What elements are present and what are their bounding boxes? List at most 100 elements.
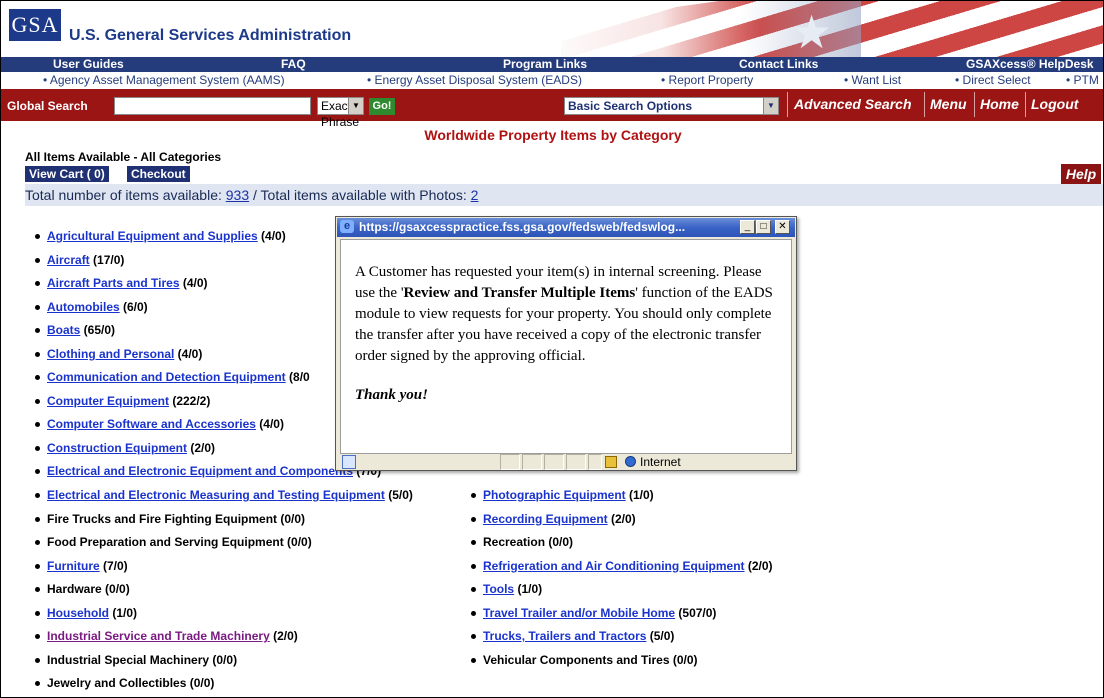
nav-report-property[interactable]: • Report Property [661,73,753,88]
search-options-value: Basic Search Options [568,99,693,113]
category-link[interactable]: Industrial Service and Trade Machinery [47,629,270,643]
totals-prefix: Total number of items available: [25,187,226,203]
nav-user-guides[interactable]: User Guides [53,57,124,72]
star-icon: ★ [791,6,833,57]
status-cell [544,454,564,470]
search-options-select[interactable]: Basic Search Options ▼ [564,97,779,115]
notification-popup[interactable]: https://gsaxcesspractice.fss.gsa.gov/fed… [335,216,797,471]
category-link[interactable]: Photographic Equipment [483,488,626,502]
category-link[interactable]: Household [47,606,109,620]
category-name: Recreation (0/0) [483,535,574,550]
go-button[interactable]: Go! [369,98,395,115]
nav-aams[interactable]: • Agency Asset Management System (AAMS) [43,73,285,88]
secondary-nav: • Agency Asset Management System (AAMS) … [1,72,1103,89]
nav-program-links[interactable]: Program Links [503,57,587,72]
category-item: Industrial Special Machinery (0/0) [35,652,413,676]
category-item[interactable]: Recording Equipment (2/0) [471,511,773,535]
browser-page: ★ GSA U.S. General Services Administrati… [0,0,1104,698]
category-count: (4/0) [179,276,208,291]
category-link[interactable]: Agricultural Equipment and Supplies [47,229,258,243]
global-search-label: Global Search [7,99,88,113]
chevron-down-icon[interactable]: ▼ [348,98,363,114]
checkout-button[interactable]: Checkout [127,166,190,182]
category-count: (2/0) [607,511,636,526]
popup-paragraph: A Customer has requested your item(s) in… [355,264,773,364]
advanced-search-link[interactable]: Advanced Search [794,96,912,112]
globe-icon [625,456,636,467]
divider [974,92,975,117]
maximize-icon[interactable]: □ [756,220,771,234]
category-link[interactable]: Computer Software and Accessories [47,417,256,431]
category-link[interactable]: Computer Equipment [47,394,169,408]
category-link[interactable]: Recording Equipment [483,512,608,526]
category-item[interactable]: Trucks, Trailers and Tractors (5/0) [471,628,773,652]
category-count: (5/0) [646,629,675,644]
category-name: Food Preparation and Serving Equipment (… [47,535,312,550]
category-link[interactable]: Aircraft [47,253,90,267]
popup-titlebar[interactable]: https://gsaxcesspractice.fss.gsa.gov/fed… [337,218,795,237]
menu-link[interactable]: Menu [930,96,967,112]
close-icon[interactable]: ✕ [775,220,790,234]
review-transfer-function: Review and Transfer Multiple Items [403,285,636,301]
help-button[interactable]: Help [1061,164,1101,184]
category-link[interactable]: Aircraft Parts and Tires [47,276,180,290]
logout-link[interactable]: Logout [1031,96,1078,112]
category-link[interactable]: Trucks, Trailers and Tractors [483,629,646,643]
category-item: Hardware (0/0) [35,581,413,605]
category-item[interactable]: Household (1/0) [35,605,413,629]
nav-helpdesk[interactable]: GSAXcess® HelpDesk [966,57,1094,72]
category-link[interactable]: Refrigeration and Air Conditioning Equip… [483,559,745,573]
nav-want-list[interactable]: • Want List [844,73,901,88]
all-items-label: All Items Available - All Categories [25,150,222,164]
category-item: Jewelry and Collectibles (0/0) [35,675,413,697]
total-items-link[interactable]: 933 [226,187,249,203]
browser-icon: e [340,220,354,233]
category-name: Fire Trucks and Fire Fighting Equipment … [47,511,306,526]
category-link[interactable]: Clothing and Personal [47,347,174,361]
category-link[interactable]: Tools [483,582,514,596]
category-item[interactable]: Travel Trailer and/or Mobile Home (507/0… [471,605,773,629]
home-link[interactable]: Home [980,96,1019,112]
phrase-select[interactable]: Exact Phrase ▼ [317,97,364,129]
gsa-logo[interactable]: GSA [9,9,61,41]
category-item[interactable]: Photographic Equipment (1/0) [471,487,773,511]
category-link[interactable]: Electrical and Electronic Measuring and … [47,488,385,502]
category-item: Food Preparation and Serving Equipment (… [35,534,413,558]
nav-eads[interactable]: • Energy Asset Disposal System (EADS) [367,73,582,88]
nav-faq[interactable]: FAQ [281,57,306,72]
category-count: (1/0) [625,488,654,502]
minimize-icon[interactable]: _ [740,220,755,234]
category-link[interactable]: Travel Trailer and/or Mobile Home [483,606,675,620]
photo-items-link[interactable]: 2 [471,187,479,203]
category-item[interactable]: Tools (1/0) [471,581,773,605]
agency-name: U.S. General Services Administration [69,27,352,44]
category-list-right: Photographic Equipment (1/0) Recording Eq… [471,487,773,675]
category-item[interactable]: Electrical and Electronic Measuring and … [35,487,413,511]
category-item[interactable]: Refrigeration and Air Conditioning Equip… [471,558,773,582]
category-link[interactable]: Furniture [47,559,100,573]
category-count: (1/0) [109,605,138,620]
category-item[interactable]: Industrial Service and Trade Machinery (… [35,628,413,652]
category-link[interactable]: Automobiles [47,300,120,314]
category-count: (8/0 [285,370,310,385]
category-item: Fire Trucks and Fire Fighting Equipment … [35,511,413,535]
divider [787,92,788,117]
category-link[interactable]: Construction Equipment [47,441,187,455]
nav-contact-links[interactable]: Contact Links [739,57,818,72]
category-name: Industrial Special Machinery (0/0) [47,652,238,667]
global-search-input[interactable] [114,97,311,115]
category-count: (4/0) [257,229,286,243]
category-link[interactable]: Communication and Detection Equipment [47,370,286,384]
nav-ptm[interactable]: • PTM [1066,73,1099,88]
category-link[interactable]: Electrical and Electronic Equipment and … [47,464,353,478]
status-cell [566,454,586,470]
category-count: (65/0) [80,323,116,338]
chevron-down-icon[interactable]: ▼ [763,98,778,114]
nav-direct-select[interactable]: • Direct Select [955,73,1031,88]
view-cart-button[interactable]: View Cart ( 0) [25,166,109,182]
category-count: (7/0) [99,558,128,573]
category-item[interactable]: Furniture (7/0) [35,558,413,582]
primary-nav: User Guides FAQ Program Links Contact Li… [1,57,1103,72]
category-link[interactable]: Boats [47,323,80,337]
totals-bar: Total number of items available: 933 / T… [25,184,1103,206]
